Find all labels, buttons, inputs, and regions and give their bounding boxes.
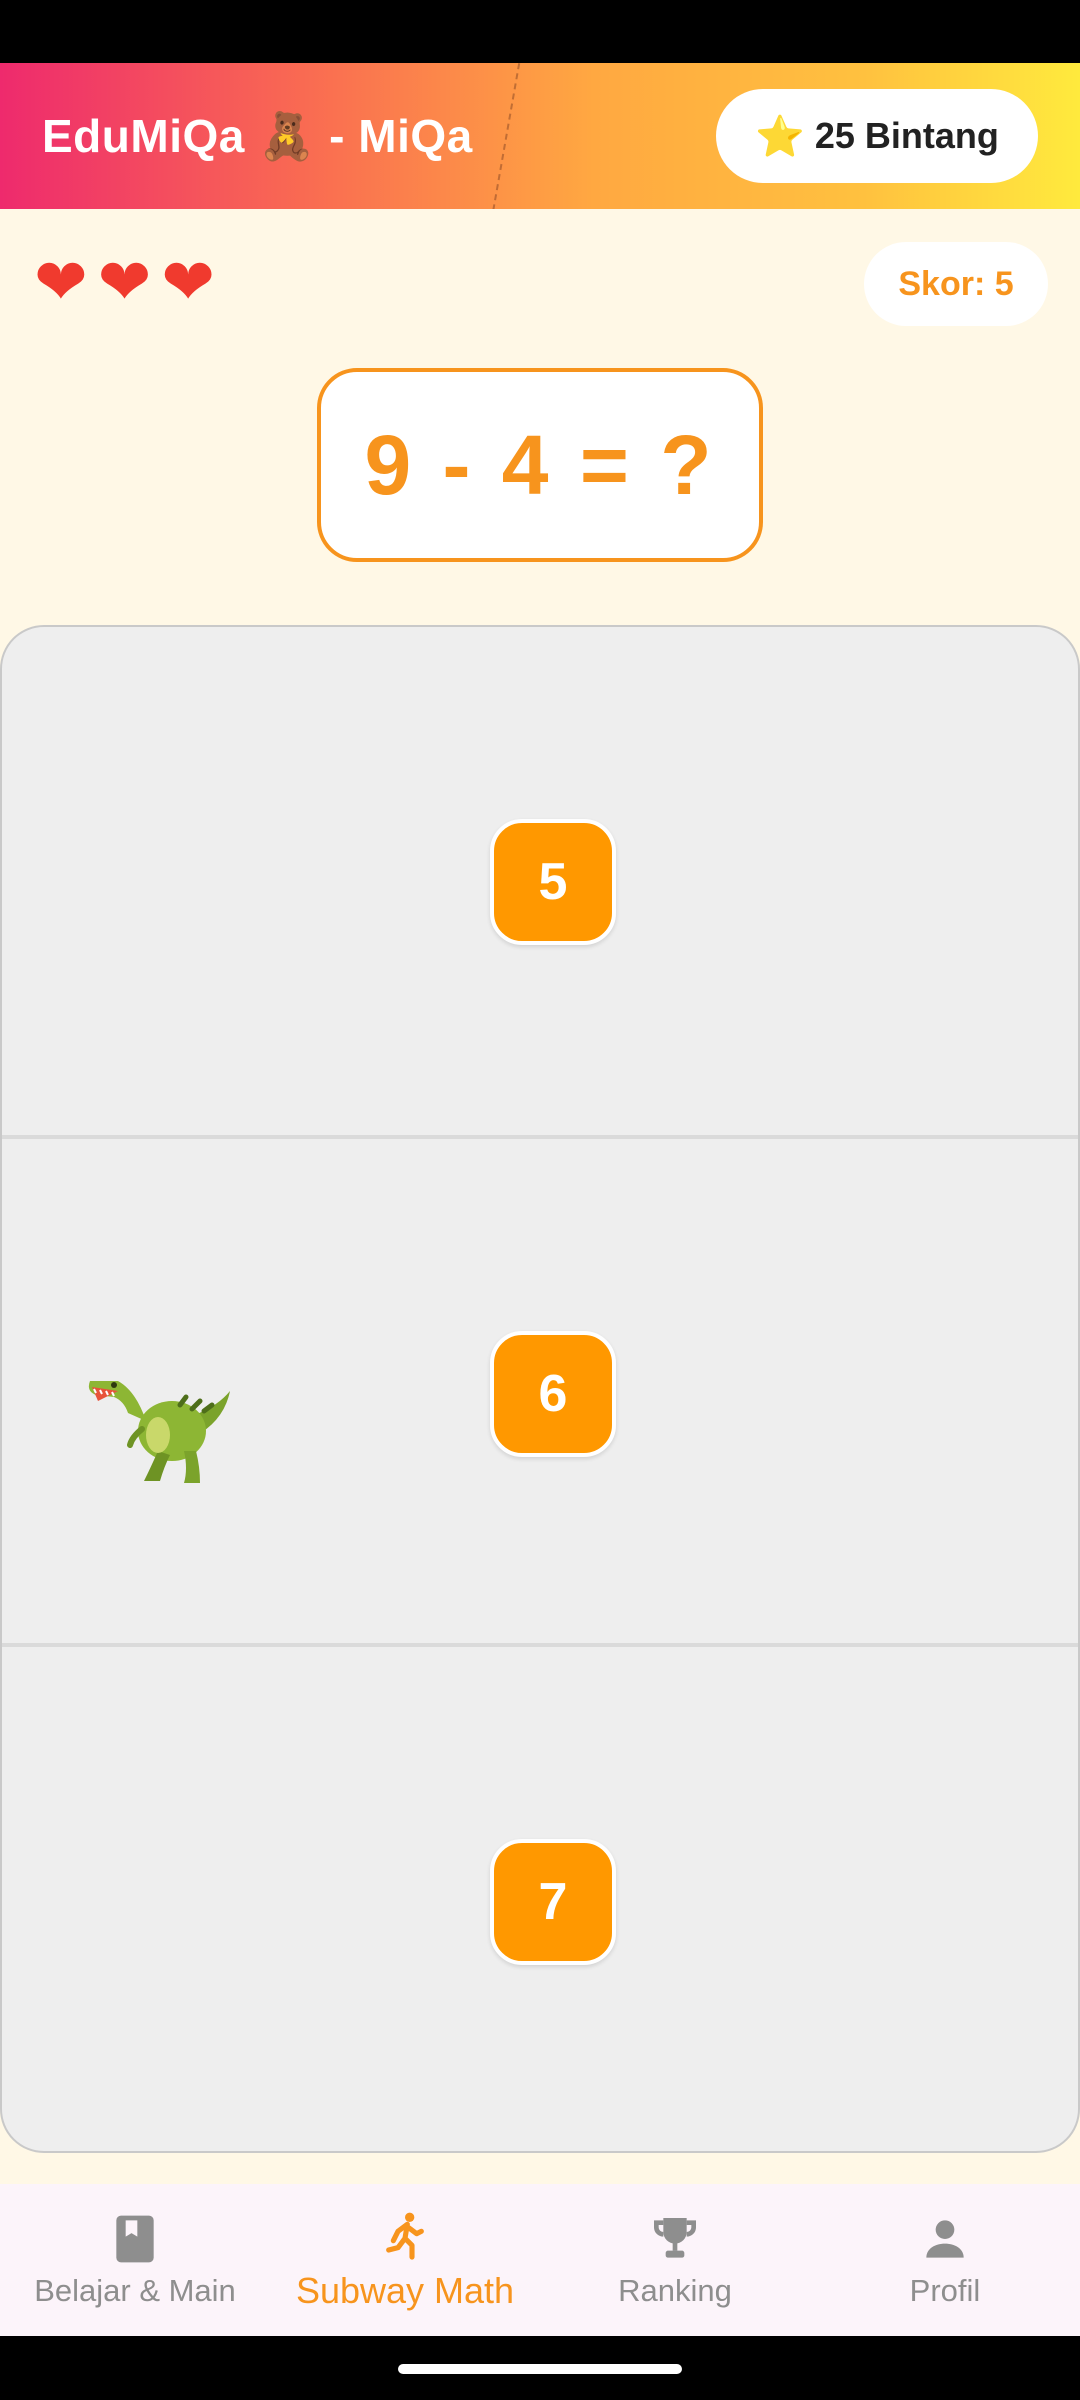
app-title: EduMiQa 🧸 - MiQa <box>42 109 473 162</box>
home-gesture-handle[interactable] <box>398 2364 682 2374</box>
lane-bottom[interactable]: 7 <box>2 1643 1078 2151</box>
app-bar: EduMiQa 🧸 - MiQa ⭐ 25 Bintang <box>0 63 1080 209</box>
runner-icon <box>386 2212 424 2260</box>
score-badge: Skor: 5 <box>864 242 1048 326</box>
book-icon <box>116 2215 154 2263</box>
question-card: 9 - 4 = ? <box>317 368 763 562</box>
stars-badge[interactable]: ⭐ 25 Bintang <box>716 89 1038 183</box>
nav-item-belajar-main[interactable]: Belajar & Main <box>0 2184 270 2336</box>
trophy-icon <box>654 2218 696 2258</box>
lives-hearts: ❤ ❤ ❤ <box>34 250 215 320</box>
stars-count: 25 Bintang <box>814 115 999 156</box>
nav-item-subway-math[interactable]: Subway Math <box>270 2184 540 2336</box>
t-rex-icon <box>88 1381 230 1483</box>
lane-middle[interactable]: 6 <box>2 1135 1078 1643</box>
answer-option[interactable]: 5 <box>490 819 616 945</box>
person-icon <box>926 2220 964 2258</box>
nav-label: Belajar & Main <box>34 2273 236 2308</box>
nav-item-ranking[interactable]: Ranking <box>540 2184 810 2336</box>
nav-label: Profil <box>909 2273 981 2308</box>
nav-label: Ranking <box>618 2273 732 2308</box>
status-bar <box>0 0 1080 63</box>
heart-icon: ❤ <box>97 246 152 318</box>
app-bar-divider <box>488 63 522 209</box>
answer-option[interactable]: 6 <box>490 1331 616 1457</box>
nav-item-profil[interactable]: Profil <box>810 2184 1080 2336</box>
lane-top[interactable]: 5 <box>2 627 1078 1135</box>
heart-icon: ❤ <box>34 246 88 318</box>
nav-label: Subway Math <box>295 2270 515 2311</box>
bottom-navigation: Belajar & Main Subway Math Ranking Profi… <box>0 2184 1080 2336</box>
answer-option[interactable]: 7 <box>490 1839 616 1965</box>
game-track[interactable]: 5 6 7 <box>0 625 1080 2153</box>
heart-icon: ❤ <box>161 246 215 318</box>
star-icon: ⭐ <box>755 114 805 159</box>
